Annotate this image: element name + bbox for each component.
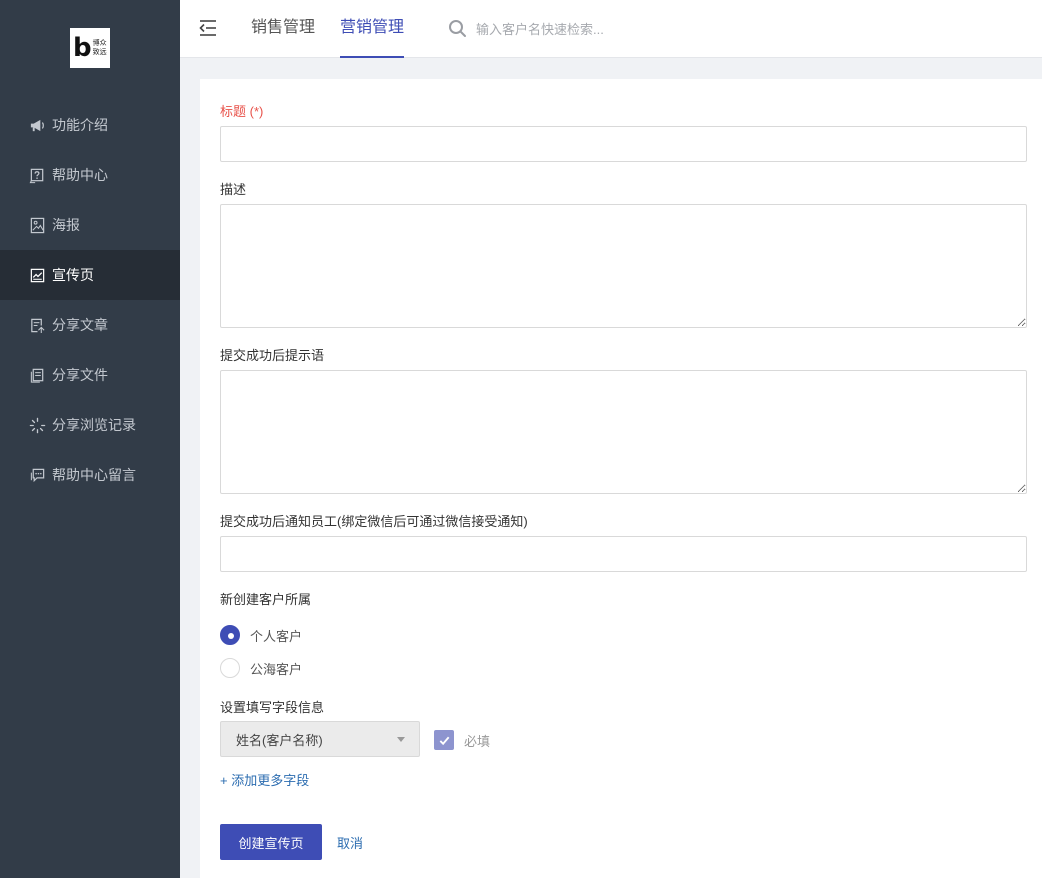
megaphone-icon bbox=[28, 116, 46, 134]
sidebar-item-poster[interactable]: 海报 bbox=[0, 200, 180, 250]
field-select-value: 姓名(客户名称) bbox=[236, 732, 323, 748]
top-header: 销售管理 营销管理 bbox=[180, 0, 1042, 58]
cancel-button[interactable]: 取消 bbox=[337, 833, 363, 852]
radio-label: 公海客户 bbox=[250, 661, 303, 677]
loading-icon bbox=[28, 416, 46, 434]
sidebar-item-help-messages[interactable]: 帮助中心留言 bbox=[0, 450, 180, 500]
required-checkbox[interactable]: 必填 bbox=[434, 730, 490, 750]
search-input[interactable] bbox=[476, 16, 696, 42]
tab-marketing-management[interactable]: 营销管理 bbox=[340, 0, 405, 58]
required-label: 必填 bbox=[464, 733, 491, 749]
logo-letter: b bbox=[73, 33, 92, 63]
chart-page-icon bbox=[28, 266, 46, 284]
customer-owner-label: 新创建客户所属 bbox=[220, 592, 312, 607]
sidebar-item-share-article[interactable]: 分享文章 bbox=[0, 300, 180, 350]
field-select[interactable]: 姓名(客户名称) bbox=[220, 721, 420, 757]
radio-personal-customer[interactable]: 个人客户 bbox=[220, 625, 302, 645]
sidebar-item-share-history[interactable]: 分享浏览记录 bbox=[0, 400, 180, 450]
field-settings-label: 设置填写字段信息 bbox=[220, 700, 325, 715]
description-textarea[interactable] bbox=[220, 204, 1027, 328]
add-field-link[interactable]: + 添加更多字段 bbox=[220, 770, 309, 789]
share-article-icon bbox=[28, 316, 46, 334]
success-message-label: 提交成功后提示语 bbox=[220, 348, 325, 363]
share-file-icon bbox=[28, 366, 46, 384]
sidebar-nav: 功能介绍 帮助中心 海报 宣传页 分享文章 分享文件 分享浏览记录 帮助中心留言 bbox=[0, 100, 180, 500]
radio-button-checked[interactable] bbox=[220, 625, 240, 645]
menu-collapse-icon[interactable] bbox=[198, 18, 218, 38]
message-icon bbox=[28, 466, 46, 484]
logo-text: 博众 致远 bbox=[92, 40, 107, 56]
create-promo-page-button[interactable]: 创建宣传页 bbox=[220, 824, 322, 860]
description-label: 描述 bbox=[220, 182, 247, 197]
title-input[interactable] bbox=[220, 126, 1027, 162]
sidebar-item-help-center[interactable]: 帮助中心 bbox=[0, 150, 180, 200]
search-icon bbox=[448, 19, 468, 39]
help-icon bbox=[28, 166, 46, 184]
poster-icon bbox=[28, 216, 46, 234]
check-icon[interactable] bbox=[434, 730, 454, 750]
logo[interactable]: b 博众 致远 bbox=[70, 28, 110, 68]
sidebar-item-share-file[interactable]: 分享文件 bbox=[0, 350, 180, 400]
radio-label: 个人客户 bbox=[250, 628, 303, 644]
radio-public-pool-customer[interactable]: 公海客户 bbox=[220, 658, 302, 678]
radio-button[interactable] bbox=[220, 658, 240, 678]
title-label: 标题 (*) bbox=[220, 104, 264, 119]
caret-down-icon bbox=[397, 737, 405, 742]
sidebar: b 博众 致远 功能介绍 帮助中心 海报 宣传页 分享文章 分享文件 分享浏览记… bbox=[0, 0, 180, 878]
form-card: 标题 (*) 描述 提交成功后提示语 提交成功后通知员工(绑定微信后可通过微信接… bbox=[200, 79, 1042, 878]
sidebar-item-feature-intro[interactable]: 功能介绍 bbox=[0, 100, 180, 150]
sidebar-item-promo-page[interactable]: 宣传页 bbox=[0, 250, 180, 300]
tab-sales-management[interactable]: 销售管理 bbox=[251, 0, 315, 58]
notify-staff-label: 提交成功后通知员工(绑定微信后可通过微信接受通知) bbox=[220, 514, 528, 529]
notify-staff-input[interactable] bbox=[220, 536, 1027, 572]
success-message-textarea[interactable] bbox=[220, 370, 1027, 494]
